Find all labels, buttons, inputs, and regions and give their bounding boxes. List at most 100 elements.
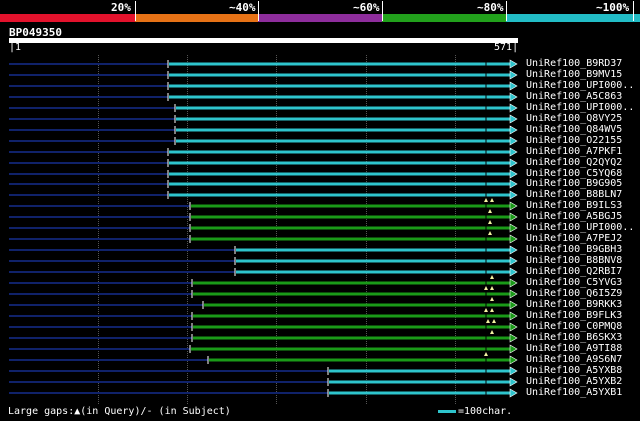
legend-query-text: (in Query)/ — [80, 406, 147, 417]
hit-arrow-icon — [509, 114, 518, 124]
hit-label[interactable]: UniRef100_A7PEJ2 — [526, 233, 622, 244]
query-gap-marker-icon — [484, 352, 488, 356]
hit-arrow-icon — [509, 147, 518, 157]
hit-arrow-icon — [509, 234, 518, 244]
hit-label[interactable]: UniRef100_B9MV15 — [526, 69, 622, 80]
gaps-legend: Large gaps:▲(in Query)/- (in Subject) — [8, 406, 231, 417]
hit-aligned-bar[interactable] — [191, 237, 510, 241]
hit-arrow-icon — [509, 169, 518, 179]
query-gap-marker-icon — [492, 319, 496, 323]
hit-label[interactable]: UniRef100_A5C863 — [526, 91, 622, 102]
hit-label[interactable]: UniRef100_UPI000.. — [526, 222, 634, 233]
hit-arrow-icon — [509, 103, 518, 113]
query-gap-marker-icon — [484, 198, 488, 202]
hit-label[interactable]: UniRef100_Q2RBI7 — [526, 266, 622, 277]
hit-label[interactable]: UniRef100_B8BLN7 — [526, 189, 622, 200]
hit-aligned-bar[interactable] — [169, 84, 510, 88]
hit-arrow-icon — [509, 377, 518, 387]
hit-aligned-bar[interactable] — [329, 380, 510, 384]
hit-aligned-bar[interactable] — [176, 117, 510, 121]
hit-label[interactable]: UniRef100_B8BNV8 — [526, 255, 622, 266]
hit-aligned-bar[interactable] — [169, 73, 510, 77]
hit-aligned-bar[interactable] — [329, 391, 510, 395]
hit-arrow-icon — [509, 311, 518, 321]
hit-aligned-bar[interactable] — [329, 369, 510, 373]
hit-arrow-icon — [509, 212, 518, 222]
legend-subject-text: (in Subject) — [152, 406, 231, 417]
hit-label[interactable]: UniRef100_B9FLK3 — [526, 310, 622, 321]
hit-label[interactable]: UniRef100_C0PMQ8 — [526, 321, 622, 332]
hit-label[interactable]: UniRef100_B9G905 — [526, 178, 622, 189]
hit-aligned-bar[interactable] — [169, 182, 510, 186]
hit-arrow-icon — [509, 223, 518, 233]
hit-label[interactable]: UniRef100_B6SKX3 — [526, 332, 622, 343]
query-gap-marker-icon — [488, 209, 492, 213]
hit-aligned-bar[interactable] — [204, 303, 510, 307]
hit-label[interactable]: UniRef100_UPI000.. — [526, 102, 634, 113]
hit-arrow-icon — [509, 136, 518, 146]
hit-arrow-icon — [509, 289, 518, 299]
query-gap-marker-icon — [490, 198, 494, 202]
hit-aligned-bar[interactable] — [191, 226, 510, 230]
query-gap-marker-icon — [484, 286, 488, 290]
hit-label[interactable]: UniRef100_C5YVG3 — [526, 277, 622, 288]
hit-label[interactable]: UniRef100_A9TI88 — [526, 343, 622, 354]
hit-arrow-icon — [509, 355, 518, 365]
hit-aligned-bar[interactable] — [209, 358, 510, 362]
hit-aligned-bar[interactable] — [191, 215, 510, 219]
hit-aligned-bar[interactable] — [236, 270, 510, 274]
hit-label[interactable]: UniRef100_UPI000.. — [526, 80, 634, 91]
hit-aligned-bar[interactable] — [236, 248, 510, 252]
hit-label[interactable]: UniRef100_B9RKK3 — [526, 299, 622, 310]
query-gap-marker-icon — [486, 319, 490, 323]
scale-label: =100char. — [458, 406, 513, 417]
hit-arrow-icon — [509, 256, 518, 266]
hit-label[interactable]: UniRef100_Q2QYQ2 — [526, 157, 622, 168]
query-gap-marker-icon — [490, 330, 494, 334]
hit-label[interactable]: UniRef100_A5YXB2 — [526, 376, 622, 387]
hit-aligned-bar[interactable] — [176, 139, 510, 143]
query-gap-marker-icon — [488, 231, 492, 235]
hit-aligned-bar[interactable] — [176, 128, 510, 132]
hit-aligned-bar[interactable] — [193, 336, 510, 340]
hit-label[interactable]: UniRef100_O22155 — [526, 135, 622, 146]
hit-label[interactable]: UniRef100_Q84WV5 — [526, 124, 622, 135]
hit-arrow-icon — [509, 158, 518, 168]
hit-arrow-icon — [509, 333, 518, 343]
hit-aligned-bar[interactable] — [169, 95, 510, 99]
hit-label[interactable]: UniRef100_Q6I5Z9 — [526, 288, 622, 299]
hit-arrow-icon — [509, 322, 518, 332]
hit-aligned-bar[interactable] — [236, 259, 510, 263]
hit-aligned-bar[interactable] — [193, 314, 510, 318]
hit-arrow-icon — [509, 366, 518, 376]
hit-arrow-icon — [509, 125, 518, 135]
scale-line — [438, 410, 456, 413]
hit-aligned-bar[interactable] — [169, 150, 510, 154]
hit-aligned-bar[interactable] — [169, 161, 510, 165]
hit-aligned-bar[interactable] — [176, 106, 510, 110]
query-gap-marker-icon — [490, 275, 494, 279]
hit-label[interactable]: UniRef100_A7PKF1 — [526, 146, 622, 157]
hit-label[interactable]: UniRef100_A5YXB1 — [526, 387, 622, 398]
hit-arrow-icon — [509, 81, 518, 91]
hit-aligned-bar[interactable] — [191, 347, 510, 351]
hit-aligned-bar[interactable] — [193, 281, 510, 285]
hit-label[interactable]: UniRef100_B9RD37 — [526, 58, 622, 69]
hit-aligned-bar[interactable] — [169, 62, 510, 66]
hit-label[interactable]: UniRef100_B9GBH3 — [526, 244, 622, 255]
hit-aligned-bar[interactable] — [193, 325, 510, 329]
hit-arrow-icon — [509, 267, 518, 277]
hit-label[interactable]: UniRef100_Q8VY25 — [526, 113, 622, 124]
query-gap-marker-icon — [490, 308, 494, 312]
query-gap-marker-icon — [484, 308, 488, 312]
hit-label[interactable]: UniRef100_A5YXB8 — [526, 365, 622, 376]
hit-label[interactable]: UniRef100_A5BGJ5 — [526, 211, 622, 222]
hit-label[interactable]: UniRef100_B9ILS3 — [526, 200, 622, 211]
hit-label[interactable]: UniRef100_A9S6N7 — [526, 354, 622, 365]
hit-arrow-icon — [509, 92, 518, 102]
hit-aligned-bar[interactable] — [193, 292, 510, 296]
hit-aligned-bar[interactable] — [169, 193, 510, 197]
hit-aligned-bar[interactable] — [169, 172, 510, 176]
blast-overview: 20% ~40% ~60% ~80% ~100% BP049350 |1 571… — [0, 0, 640, 421]
hit-aligned-bar[interactable] — [191, 204, 510, 208]
